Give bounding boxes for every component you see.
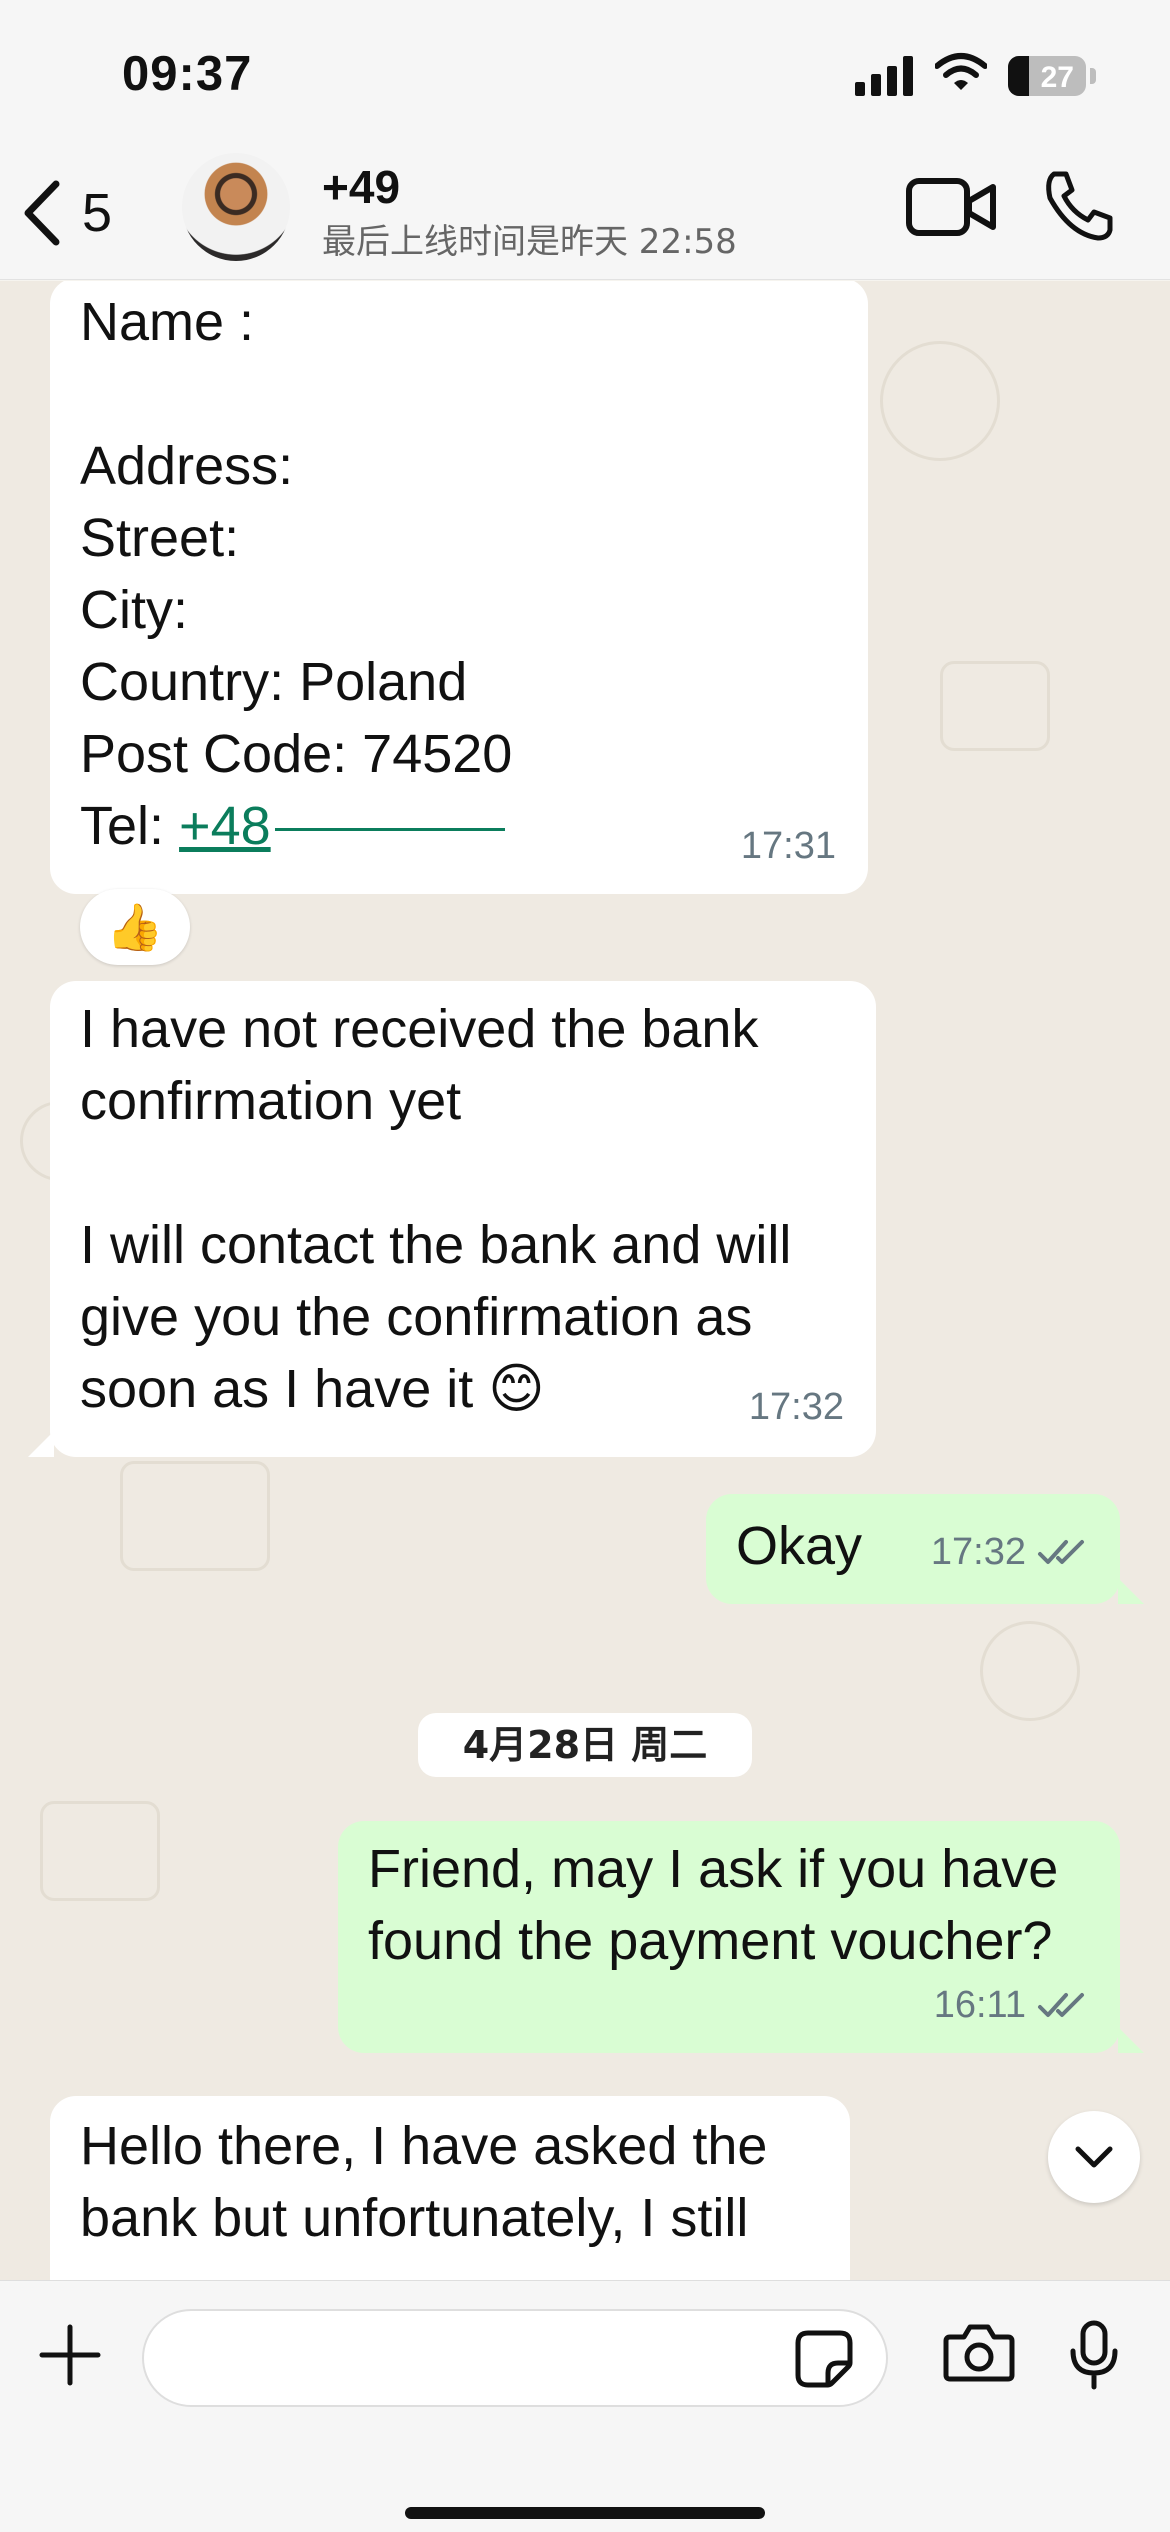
wallpaper-doodle — [40, 1801, 160, 1901]
double-check-icon — [1038, 1540, 1084, 1564]
message-line: bank but unfortunately, I still — [80, 2188, 749, 2248]
message-line: Tel: +48 — [80, 790, 838, 862]
wallpaper-doodle — [940, 661, 1050, 751]
bubble-tail — [1118, 2027, 1144, 2053]
message-line: Post Code: 74520 — [80, 724, 513, 784]
message-line — [80, 1137, 846, 1209]
message-line: I will contact the bank and will — [80, 1215, 792, 1275]
message-line: confirmation yet — [80, 1071, 462, 1131]
message-timestamp: 17:32 — [930, 1531, 1026, 1573]
home-indicator — [405, 2507, 765, 2519]
message-line: soon as I have it 😊 — [80, 1359, 545, 1419]
wallpaper-doodle — [120, 1461, 270, 1571]
message-line — [80, 358, 838, 430]
message-input[interactable] — [142, 2309, 888, 2407]
battery-cap — [1090, 68, 1096, 84]
phone-icon[interactable] — [1040, 168, 1116, 244]
cellular-signal-icon — [855, 56, 913, 96]
chevron-down-icon — [1075, 2146, 1113, 2168]
scroll-to-bottom-button[interactable] — [1048, 2111, 1140, 2203]
reaction-thumbs-up[interactable]: 👍 — [80, 889, 190, 965]
battery-percent: 27 — [1040, 61, 1074, 94]
chat-header: 5 +49 最后上线时间是昨天 22:58 — [0, 150, 1170, 280]
message-bubble-incoming[interactable]: Hello there, I have asked the bank but u… — [50, 2096, 850, 2280]
microphone-icon[interactable] — [1068, 2319, 1120, 2391]
message-bubble-incoming[interactable]: I have not received the bank confirmatio… — [50, 981, 876, 1457]
plus-icon[interactable] — [38, 2323, 102, 2387]
status-time: 09:37 — [122, 47, 253, 101]
battery-icon: 27 — [1008, 56, 1086, 96]
double-check-icon — [1038, 1993, 1084, 2017]
contact-name[interactable]: +49 — [322, 160, 400, 214]
message-timestamp: 17:32 — [748, 1386, 844, 1428]
wallpaper-doodle — [980, 1621, 1080, 1721]
message-timestamp: 16:11 — [933, 1984, 1026, 2026]
phone-number-link[interactable]: +48 — [179, 796, 271, 856]
camera-icon[interactable] — [942, 2323, 1016, 2383]
message-line: Street: — [80, 508, 240, 568]
video-camera-icon[interactable] — [905, 175, 997, 239]
message-line: Hello there, I have asked the — [80, 2116, 768, 2176]
message-line: Name : — [80, 292, 255, 352]
sticker-icon[interactable] — [794, 2329, 854, 2389]
status-bar: 09:37 27 — [0, 0, 1170, 150]
redacted-number — [274, 828, 505, 832]
message-status: 16:11 — [934, 1969, 1092, 2041]
wifi-icon — [935, 53, 987, 90]
message-line: give you the confirmation as — [80, 1287, 753, 1347]
chevron-left-icon — [24, 180, 60, 246]
contact-avatar[interactable] — [182, 153, 290, 261]
wallpaper-doodle — [880, 341, 1000, 461]
contact-last-seen: 最后上线时间是昨天 22:58 — [322, 222, 737, 262]
message-line: found the payment voucher? — [368, 1911, 1053, 1971]
message-bubble-outgoing[interactable]: Friend, may I ask if you have found the … — [338, 1821, 1120, 2053]
message-timestamp: 17:31 — [740, 825, 836, 867]
bubble-tail — [1118, 1578, 1144, 1604]
message-bubble-outgoing[interactable]: Okay 17:32 — [706, 1494, 1120, 1604]
message-line: Address: — [80, 436, 294, 496]
message-composer — [0, 2280, 1170, 2532]
message-line: City: — [80, 580, 188, 640]
message-line: Country: Poland — [80, 652, 468, 712]
message-status: 17:32 — [931, 1516, 1092, 1588]
message-bubble-incoming[interactable]: Name : Address: Street: City: Country: P… — [50, 281, 868, 894]
tel-label: Tel: — [80, 796, 180, 856]
message-line: Friend, may I ask if you have — [368, 1839, 1059, 1899]
date-separator: 4月28日 周二 — [418, 1713, 752, 1777]
unread-count: 5 — [82, 183, 113, 243]
back-button[interactable]: 5 — [22, 168, 152, 258]
chat-area[interactable]: Name : Address: Street: City: Country: P… — [0, 281, 1170, 2280]
message-line: I have not received the bank — [80, 999, 759, 1059]
